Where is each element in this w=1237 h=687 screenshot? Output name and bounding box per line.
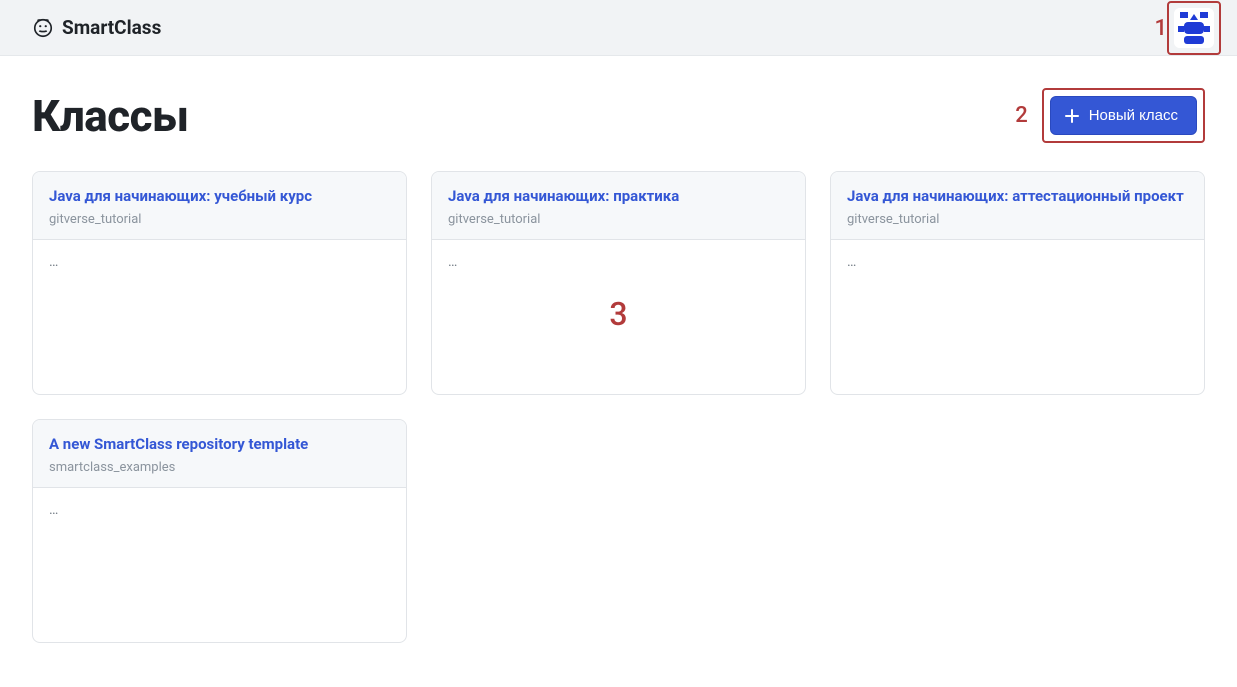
card-desc: … (49, 254, 58, 270)
brand[interactable]: SmartClass (32, 16, 161, 39)
card-owner: gitverse_tutorial (847, 212, 1188, 227)
card-desc: … (448, 254, 457, 270)
plus-icon (1065, 109, 1079, 123)
card-title: Java для начинающих: учебный курс (49, 186, 390, 206)
card-desc: … (847, 254, 856, 270)
card-owner: smartclass_examples (49, 460, 390, 475)
card-title: Java для начинающих: практика (448, 186, 789, 206)
content: Классы 2 Новый класс Java для начина (0, 56, 1237, 667)
avatar-highlight-box (1167, 1, 1221, 55)
card-desc: … (49, 502, 58, 518)
new-class-label: Новый класс (1089, 107, 1178, 124)
card-body: … (33, 488, 406, 642)
card-header: Java для начинающих: практика gitverse_t… (432, 172, 805, 240)
class-card[interactable]: Java для начинающих: практика gitverse_t… (431, 171, 806, 395)
class-card[interactable]: Java для начинающих: аттестационный прое… (830, 171, 1205, 395)
annotation-1: 1 (1154, 16, 1167, 41)
class-card[interactable]: A new SmartClass repository template sma… (32, 419, 407, 643)
annotation-3: 3 (609, 295, 627, 333)
class-card[interactable]: Java для начинающих: учебный курс gitver… (32, 171, 407, 395)
page-title: Классы (32, 90, 189, 142)
annotation-2: 2 (1015, 103, 1028, 128)
card-header: Java для начинающих: аттестационный прое… (831, 172, 1204, 240)
brand-logo-icon (32, 17, 54, 39)
card-owner: gitverse_tutorial (448, 212, 789, 227)
topbar: SmartClass 1 (0, 0, 1237, 56)
new-class-highlight-box: Новый класс (1042, 88, 1205, 143)
card-owner: gitverse_tutorial (49, 212, 390, 227)
class-grid: Java для начинающих: учебный курс gitver… (32, 171, 1205, 643)
card-title: A new SmartClass repository template (49, 434, 390, 454)
page-header: Классы 2 Новый класс (32, 88, 1205, 143)
new-class-button[interactable]: Новый класс (1050, 96, 1197, 135)
card-header: Java для начинающих: учебный курс gitver… (33, 172, 406, 240)
brand-name: SmartClass (62, 16, 161, 39)
card-body: … 3 (432, 240, 805, 394)
card-title: Java для начинающих: аттестационный прое… (847, 186, 1188, 206)
user-avatar[interactable] (1174, 8, 1214, 48)
card-body: … (831, 240, 1204, 394)
card-header: A new SmartClass repository template sma… (33, 420, 406, 488)
card-body: … (33, 240, 406, 394)
